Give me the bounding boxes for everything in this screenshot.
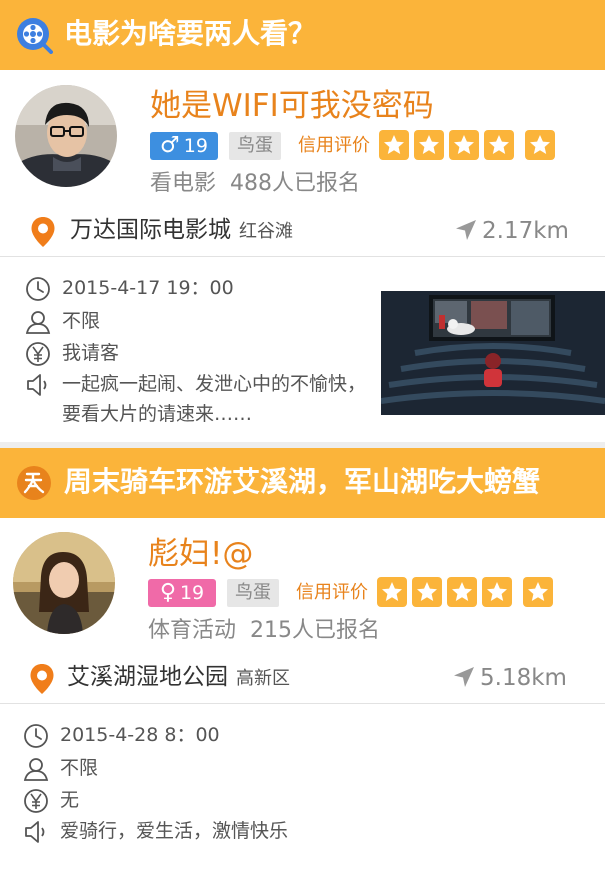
gender-age-badge: ♀ 19: [148, 579, 216, 607]
female-icon: ♀: [159, 580, 176, 605]
card-title[interactable]: 周末骑车环游艾溪湖，军山湖吃大螃蟹: [64, 462, 540, 502]
level-badge: 鸟蛋: [229, 132, 281, 160]
avatar[interactable]: [15, 85, 117, 187]
star-icon: [414, 130, 444, 160]
gender-limit: 不限: [60, 757, 99, 779]
place-name: 艾溪湖湿地公园: [67, 664, 228, 690]
star-icon: [447, 577, 477, 607]
star-icon: [523, 577, 553, 607]
navigation-arrow-icon: [456, 220, 476, 240]
location-pin-icon: [31, 217, 55, 247]
film-reel-search-icon: [17, 18, 53, 54]
user-name[interactable]: 她是WIFI可我没密码: [150, 84, 434, 128]
gender-limit: 不限: [62, 310, 101, 332]
description: 一起疯一起闹、发泄心中的不愉快，要看大片的请速来……: [62, 373, 367, 425]
level-badge: 鸟蛋: [227, 579, 279, 607]
activity-type: 体育活动: [148, 618, 237, 643]
bicycle-icon: [17, 466, 51, 500]
user-name[interactable]: 彪妇!@: [148, 532, 253, 576]
star-icon: [379, 130, 409, 160]
location-pin-icon: [30, 664, 54, 694]
activity-type: 看电影: [150, 171, 217, 196]
location-row[interactable]: 艾溪湖湿地公园 高新区 5.18km: [0, 652, 605, 704]
clock-icon: [26, 277, 50, 301]
event-time: 2015-4-17 19：00: [62, 277, 234, 299]
district: 高新区: [236, 668, 290, 689]
star-icon: [449, 130, 479, 160]
speaker-icon: [25, 821, 45, 843]
place-name: 万达国际电影城: [70, 217, 231, 243]
cinema-illustration[interactable]: [381, 291, 605, 415]
yen-icon: [26, 342, 50, 366]
clock-icon: [24, 724, 48, 748]
activity-info: 体育活动 215人已报名: [148, 615, 380, 647]
signup-count: 488人已报名: [230, 171, 361, 196]
avatar[interactable]: [13, 532, 115, 634]
event-time: 2015-4-28 8：00: [60, 724, 220, 746]
age-value: 19: [179, 582, 205, 604]
person-icon: [23, 758, 49, 781]
star-icon: [525, 130, 555, 160]
star-icon: [482, 577, 512, 607]
payment: 无: [60, 789, 80, 811]
distance: 2.17km: [482, 218, 569, 244]
star-icon: [484, 130, 514, 160]
description: 爱骑行，爱生活，激情快乐: [60, 820, 289, 842]
person-icon: [25, 311, 51, 334]
star-icon: [412, 577, 442, 607]
age-value: 19: [183, 135, 208, 157]
location-row[interactable]: 万达国际电影城 红谷滩 2.17km: [0, 205, 605, 257]
credit-label: 信用评价: [296, 582, 368, 603]
activity-info: 看电影 488人已报名: [150, 168, 360, 200]
district: 红谷滩: [239, 221, 293, 242]
speaker-icon: [27, 374, 47, 396]
navigation-arrow-icon: [454, 667, 474, 687]
payment: 我请客: [62, 342, 120, 364]
signup-count: 215人已报名: [250, 618, 381, 643]
male-icon: ♂: [160, 133, 180, 158]
activity-card[interactable]: 电影为啥要两人看？ 她是WIFI可我没密码 ♂ 19 鸟蛋 信用评价 看电影 48…: [0, 0, 605, 442]
distance: 5.18km: [480, 665, 567, 691]
gender-age-badge: ♂ 19: [150, 132, 218, 160]
card-title[interactable]: 电影为啥要两人看？: [64, 14, 316, 54]
card-header[interactable]: 周末骑车环游艾溪湖，军山湖吃大螃蟹: [0, 448, 605, 518]
credit-label: 信用评价: [298, 135, 370, 156]
star-icon: [377, 577, 407, 607]
card-header[interactable]: 电影为啥要两人看？: [0, 0, 605, 70]
activity-card[interactable]: 周末骑车环游艾溪湖，军山湖吃大螃蟹 彪妇!@ ♀ 19 鸟蛋 信用评价 体育活动…: [0, 448, 605, 870]
yen-icon: [24, 789, 48, 813]
